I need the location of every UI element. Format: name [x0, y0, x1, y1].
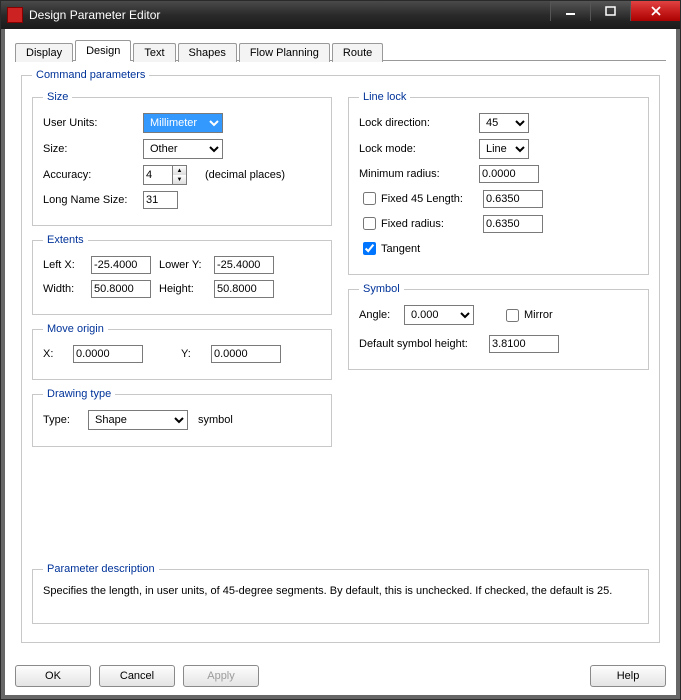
lock-direction-label: Lock direction:: [359, 117, 479, 129]
minimize-icon: [565, 6, 577, 16]
size-select[interactable]: Other: [143, 139, 223, 159]
lowery-label: Lower Y:: [159, 259, 214, 271]
leftx-label: Left X:: [43, 259, 91, 271]
type-suffix: symbol: [198, 414, 233, 426]
group-command-parameters: Command parameters Size User Units: Mill…: [21, 69, 660, 643]
legend-move-origin: Move origin: [43, 323, 108, 335]
app-icon: [7, 7, 23, 23]
legend-drawing-type: Drawing type: [43, 388, 115, 400]
apply-button[interactable]: Apply: [183, 665, 259, 687]
fixed45-checkbox[interactable]: [363, 192, 376, 205]
group-move-origin: Move origin X: Y:: [32, 323, 332, 380]
default-height-label: Default symbol height:: [359, 338, 489, 350]
tangent-label: Tangent: [381, 243, 420, 255]
description-text: Specifies the length, in user units, of …: [43, 585, 638, 613]
client-area: Display Design Text Shapes Flow Planning…: [1, 29, 680, 699]
movey-input[interactable]: [211, 345, 281, 363]
fixed-radius-label: Fixed radius:: [381, 218, 483, 230]
legend-extents: Extents: [43, 234, 88, 246]
minimize-button[interactable]: [550, 1, 590, 21]
legend-command-parameters: Command parameters: [32, 69, 149, 81]
legend-line-lock: Line lock: [359, 91, 410, 103]
accuracy-suffix: (decimal places): [205, 169, 285, 181]
group-symbol: Symbol Angle: 0.000 Mirror: [348, 283, 649, 370]
long-name-label: Long Name Size:: [43, 194, 143, 206]
button-bar: OK Cancel Apply Help: [15, 665, 666, 687]
cancel-button[interactable]: Cancel: [99, 665, 175, 687]
help-button[interactable]: Help: [590, 665, 666, 687]
tab-strip: Display Design Text Shapes Flow Planning…: [15, 39, 666, 61]
titlebar: Design Parameter Editor: [1, 1, 680, 29]
maximize-icon: [605, 6, 617, 16]
legend-size: Size: [43, 91, 72, 103]
group-parameter-description: Parameter description Specifies the leng…: [32, 563, 649, 624]
close-button[interactable]: [630, 1, 680, 21]
tab-text[interactable]: Text: [133, 43, 175, 62]
right-column: Line lock Lock direction: 45 Lock mode:: [348, 91, 649, 563]
maximize-button[interactable]: [590, 1, 630, 21]
group-drawing-type: Drawing type Type: Shape symbol: [32, 388, 332, 447]
movex-label: X:: [43, 348, 73, 360]
columns: Size User Units: Millimeter Size: Ot: [32, 91, 649, 563]
ok-button[interactable]: OK: [15, 665, 91, 687]
group-line-lock: Line lock Lock direction: 45 Lock mode:: [348, 91, 649, 275]
left-column: Size User Units: Millimeter Size: Ot: [32, 91, 332, 563]
lock-mode-select[interactable]: Line: [479, 139, 529, 159]
fixed-radius-checkbox[interactable]: [363, 217, 376, 230]
lock-direction-select[interactable]: 45: [479, 113, 529, 133]
fixed45-input[interactable]: [483, 190, 543, 208]
tab-flow-planning[interactable]: Flow Planning: [239, 43, 330, 62]
lowery-input[interactable]: [214, 256, 274, 274]
spinner-arrows[interactable]: ▲ ▼: [172, 166, 186, 184]
fixed-radius-input[interactable]: [483, 215, 543, 233]
mirror-checkbox[interactable]: [506, 309, 519, 322]
fixed45-label: Fixed 45 Length:: [381, 193, 483, 205]
type-select[interactable]: Shape: [88, 410, 188, 430]
movey-label: Y:: [181, 348, 211, 360]
tangent-checkbox[interactable]: [363, 242, 376, 255]
tab-route[interactable]: Route: [332, 43, 383, 62]
legend-parameter-description: Parameter description: [43, 563, 159, 575]
size-label: Size:: [43, 143, 143, 155]
legend-symbol: Symbol: [359, 283, 404, 295]
user-units-select[interactable]: Millimeter: [143, 113, 223, 133]
user-units-label: User Units:: [43, 117, 143, 129]
lock-mode-label: Lock mode:: [359, 143, 479, 155]
window-buttons: [550, 1, 680, 29]
tab-shapes[interactable]: Shapes: [178, 43, 237, 62]
leftx-input[interactable]: [91, 256, 151, 274]
window: Design Parameter Editor Display Design T…: [0, 0, 681, 700]
default-height-input[interactable]: [489, 335, 559, 353]
type-label: Type:: [43, 414, 88, 426]
tab-design[interactable]: Design: [75, 40, 131, 61]
angle-select[interactable]: 0.000: [404, 305, 474, 325]
height-label: Height:: [159, 283, 214, 295]
tab-display[interactable]: Display: [15, 43, 73, 62]
min-radius-input[interactable]: [479, 165, 539, 183]
width-label: Width:: [43, 283, 91, 295]
window-title: Design Parameter Editor: [29, 8, 550, 22]
angle-label: Angle:: [359, 309, 404, 321]
tab-pane-design: Command parameters Size User Units: Mill…: [15, 61, 666, 657]
group-extents: Extents Left X: Lower Y: Width: He: [32, 234, 332, 315]
spinner-up-icon[interactable]: ▲: [173, 166, 186, 175]
close-icon: [650, 6, 662, 16]
accuracy-label: Accuracy:: [43, 169, 143, 181]
min-radius-label: Minimum radius:: [359, 168, 479, 180]
group-size: Size User Units: Millimeter Size: Ot: [32, 91, 332, 226]
width-input[interactable]: [91, 280, 151, 298]
button-spacer: [267, 665, 582, 687]
mirror-label: Mirror: [524, 309, 553, 321]
accuracy-input[interactable]: [144, 166, 172, 184]
height-input[interactable]: [214, 280, 274, 298]
long-name-input[interactable]: [143, 191, 178, 209]
spinner-down-icon[interactable]: ▼: [173, 175, 186, 184]
accuracy-spinner[interactable]: ▲ ▼: [143, 165, 187, 185]
movex-input[interactable]: [73, 345, 143, 363]
